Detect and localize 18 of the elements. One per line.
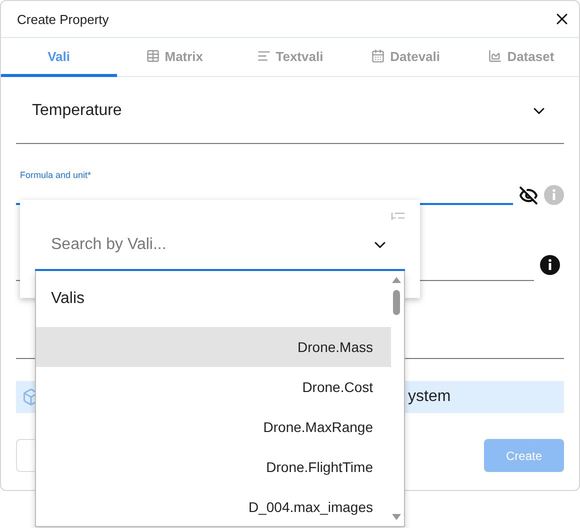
list-item[interactable]: Drone.Mass xyxy=(36,327,391,367)
tab[interactable]: Dataset xyxy=(463,38,579,77)
list-item[interactable]: Drone.FlightTime xyxy=(36,447,391,487)
search-field[interactable]: Search by Vali... xyxy=(35,220,405,271)
list-item[interactable]: D_004.max_images xyxy=(36,487,391,526)
table-icon xyxy=(146,49,160,63)
dialog-title: Create Property xyxy=(17,12,109,26)
category-select[interactable]: Temperature xyxy=(16,79,564,144)
tab[interactable]: Datevali xyxy=(348,38,464,77)
info-icon[interactable] xyxy=(540,255,560,275)
tab[interactable]: Matrix xyxy=(116,38,232,77)
list-header: Valis xyxy=(51,290,84,308)
tab[interactable]: Vali xyxy=(1,38,117,77)
area-chart-icon xyxy=(488,49,502,63)
calendar-icon xyxy=(371,49,386,63)
tab[interactable]: Textvali xyxy=(232,38,348,77)
eye-off-icon[interactable] xyxy=(519,186,538,205)
text-lines-icon xyxy=(256,49,271,63)
